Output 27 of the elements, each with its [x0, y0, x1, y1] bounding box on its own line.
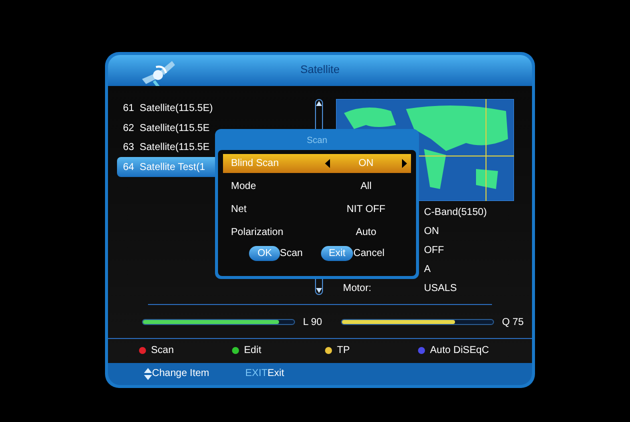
option-value: NIT OFF [346, 202, 386, 217]
color-key-label: Scan [151, 344, 174, 358]
option-label: Polarization [230, 226, 284, 240]
info-value: A [424, 262, 431, 277]
color-key-label: TP [337, 344, 350, 358]
option-label: Blind Scan [230, 156, 280, 171]
signal-reading: L 90 [303, 316, 324, 330]
option-value: All [360, 180, 372, 194]
button-label: Scan [280, 246, 303, 261]
info-value: OFF [424, 244, 444, 258]
info-value: USALS [424, 282, 457, 296]
window-title: Satellite [300, 63, 340, 78]
signal-reading: Q 75 [502, 316, 525, 330]
option-label: Mode [230, 180, 258, 194]
button-label: Cancel [353, 246, 385, 261]
hint-label: Exit [268, 367, 284, 382]
dialog-title: Scan [306, 134, 328, 148]
hint-label: Change Item [152, 367, 210, 382]
info-label: Motor: [342, 282, 372, 296]
color-key-label: Edit [244, 344, 262, 358]
option-value: Auto [356, 226, 376, 240]
key-name: EXIT [245, 367, 268, 382]
option-label: Net [230, 202, 248, 217]
info-value: C-Band(5150) [424, 206, 487, 220]
info-value: ON [424, 224, 439, 239]
option-value: ON [358, 156, 374, 171]
color-key-label: Auto DiSEqC [430, 344, 489, 358]
